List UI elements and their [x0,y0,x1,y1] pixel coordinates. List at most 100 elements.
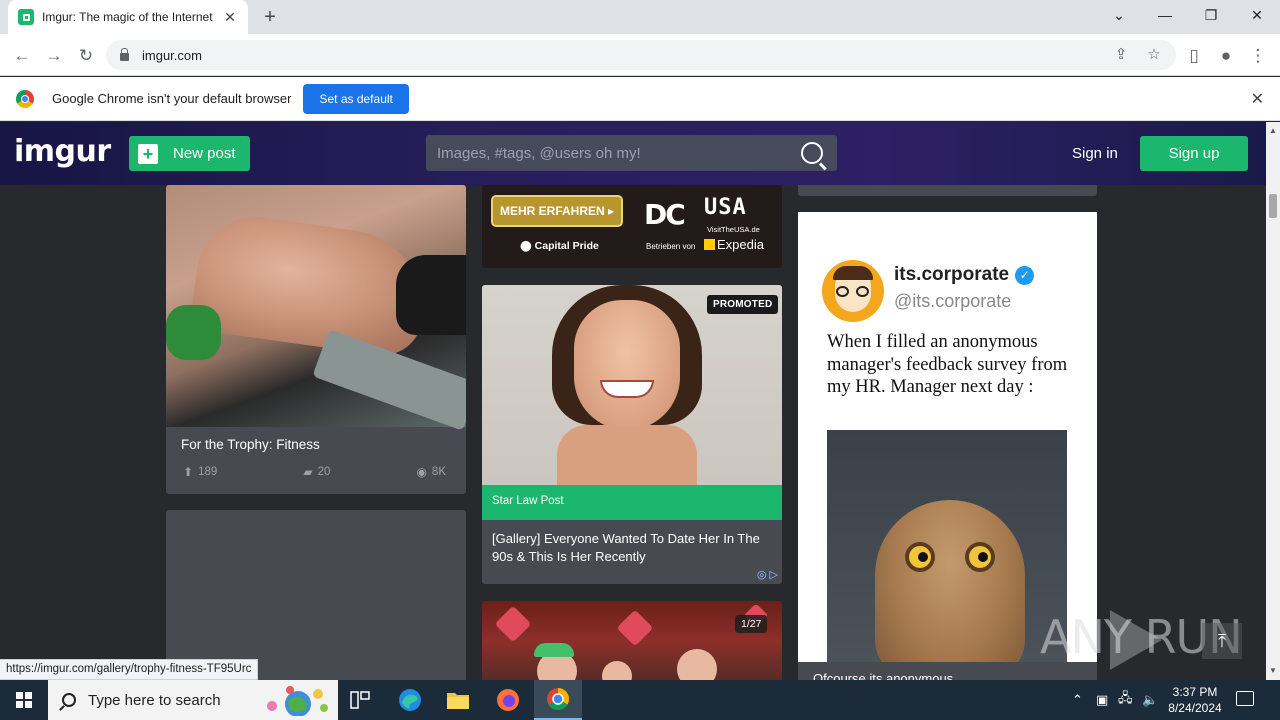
restore-button[interactable]: ❐ [1188,0,1234,30]
owl-image [827,430,1067,662]
post-card-promoted[interactable]: PROMOTED Star Law Post [Gallery] Everyon… [482,285,782,584]
window-close-button[interactable]: ✕ [1234,0,1280,30]
eye-icon: ◉ [416,465,427,479]
post-card-tweet[interactable]: its.corporate ✓ @its.corporate When I fil… [798,212,1097,662]
bookmark-star-icon[interactable]: ☆ [1139,40,1169,70]
network-icon[interactable]: 🖧 [1118,680,1133,720]
post-stats: ⬆ 189 ▰ 20 ◉ 8K [183,465,446,479]
mehr-erfahren-button[interactable]: MEHR ERFAHREN ▸ [491,195,623,227]
address-bar[interactable]: imgur.com ⇪ ☆ [106,40,1176,70]
scroll-up-arrow-icon[interactable]: ▲ [1268,126,1278,135]
chrome-taskbar-icon[interactable] [534,680,582,720]
back-arrow-icon[interactable]: ← [8,42,36,70]
default-browser-infobar: Google Chrome isn't your default browser… [0,77,1280,121]
promoted-source[interactable]: Star Law Post [482,485,782,520]
scrollbar-thumb[interactable] [1269,194,1277,218]
reload-icon[interactable]: ↻ [72,42,100,70]
gallery-grid: For the Trophy: Fitness ⬆ 189 ▰ 20 ◉ 8K MEH… [0,185,1266,680]
new-tab-button[interactable]: + [258,5,282,29]
imgur-logo[interactable]: imgur [14,134,111,169]
browser-tab-imgur[interactable]: Imgur: The magic of the Internet ✕ [8,0,248,34]
imgur-search-input[interactable]: Images, #tags, @users oh my! [426,135,837,171]
expedia-logo: Expedia [704,237,764,252]
post-card-fitness[interactable]: For the Trophy: Fitness ⬆ 189 ▰ 20 ◉ 8K [166,185,466,494]
search-placeholder: Images, #tags, @users oh my! [437,144,641,162]
upvote-icon[interactable]: ⬆ [183,465,193,479]
infobar-close-icon[interactable]: ✕ [1251,89,1264,109]
infobar-message: Google Chrome isn't your default browser [52,91,292,106]
image-counter: 1/27 [735,615,768,633]
tray-device-icon[interactable]: ▣ [1096,680,1108,720]
browser-toolbar: ← → ↻ imgur.com ⇪ ☆ ▯ ● ⋮ [0,34,1280,76]
search-icon[interactable] [801,142,823,164]
task-view-icon[interactable] [336,680,384,720]
sign-in-link[interactable]: Sign in [1072,145,1118,162]
file-explorer-icon[interactable] [434,680,482,720]
minimize-button[interactable]: — [1142,0,1188,30]
imgur-favicon-icon [18,9,34,25]
start-button[interactable] [0,680,48,720]
search-highlight-globe-icon[interactable] [262,684,332,716]
windows-taskbar: Type here to search ⌃ ▣ 🖧 🔈 3:37 PM 8/24… [0,680,1280,720]
page-scrollbar[interactable]: ▲ ▼ [1266,122,1280,680]
lock-icon [120,47,129,61]
edge-browser-icon[interactable] [386,680,434,720]
tab-close-icon[interactable]: ✕ [222,9,238,26]
tweet-text: When I filled an anonymous manager's fee… [827,332,1068,397]
post-title[interactable]: For the Trophy: Fitness [181,436,320,454]
back-to-top-icon[interactable]: ⤒ [1202,623,1242,659]
notification-center-icon[interactable] [1236,691,1254,706]
tab-search-chevron-icon[interactable]: ⌄ [1096,0,1142,30]
tweet-handle: @its.corporate [894,291,1012,311]
search-icon [62,693,76,707]
upvote-count: 189 [198,466,218,478]
tray-overflow-chevron-icon[interactable]: ⌃ [1072,680,1083,720]
view-count: 8K [431,466,446,478]
operated-by-text: Betrieben von [646,242,696,251]
post-image-valentine[interactable] [482,601,782,680]
ad-banner-visit-usa[interactable]: MEHR ERFAHREN ▸ ⬤ Capital Pride DC USA V… [482,185,782,268]
clock-date: 8/24/2024 [1168,701,1222,715]
profile-avatar-icon[interactable]: ● [1212,42,1240,70]
post-card-previous[interactable] [798,185,1097,196]
side-panel-icon[interactable]: ▯ [1180,42,1208,70]
link-status-bubble: https://imgur.com/gallery/trophy-fitness… [0,659,259,680]
location-pin-icon: ⬤ Capital Pride [520,240,599,252]
plus-icon: + [138,143,158,164]
tab-strip: Imgur: The magic of the Internet ✕ + ⌄ —… [0,0,1280,34]
firefox-icon[interactable] [484,680,532,720]
clock-time: 3:37 PM [1172,685,1218,699]
tab-title: Imgur: The magic of the Internet [42,10,213,24]
chrome-menu-icon[interactable]: ⋮ [1244,42,1272,70]
windows-logo-icon [16,692,32,708]
taskbar-clock[interactable]: 3:37 PM 8/24/2024 [1164,684,1226,716]
post-card-valentine[interactable]: 1/27 [482,601,782,680]
new-post-button[interactable]: + New post [129,136,250,171]
capital-pride-text: Capital Pride [534,240,599,252]
tweet-post-title[interactable]: Ofcourse its anonymous [798,662,1097,680]
sign-up-button[interactable]: Sign up [1140,136,1248,171]
url-text: imgur.com [142,47,202,63]
set-as-default-button[interactable]: Set as default [303,83,409,114]
dc-logo: DC [644,198,686,231]
verified-badge-icon: ✓ [1015,266,1035,285]
new-post-label: New post [173,145,236,162]
post-image-fitness[interactable] [166,185,466,431]
promoted-badge: PROMOTED [707,295,779,314]
imgur-header: imgur + New post Images, #tags, @users o… [0,122,1266,185]
visit-usa-text: VisitTheUSA.de [707,225,760,234]
comment-count: 20 [317,466,331,478]
share-icon[interactable]: ⇪ [1106,40,1136,70]
forward-arrow-icon[interactable]: → [40,42,68,70]
usa-logo: USA [704,195,747,220]
tweet-author: its.corporate ✓ [894,264,1035,286]
taskbar-search-placeholder: Type here to search [88,691,221,709]
chrome-logo-icon [16,89,34,108]
comment-icon: ▰ [303,465,313,479]
promoted-image[interactable] [482,285,782,485]
promoted-title[interactable]: [Gallery] Everyone Wanted To Date Her In… [492,530,762,566]
post-card-loading[interactable] [166,510,466,680]
adchoices-icon[interactable]: ◎ ▷ [757,568,778,581]
volume-icon[interactable]: 🔈 [1142,680,1158,720]
scroll-down-arrow-icon[interactable]: ▼ [1268,666,1278,675]
